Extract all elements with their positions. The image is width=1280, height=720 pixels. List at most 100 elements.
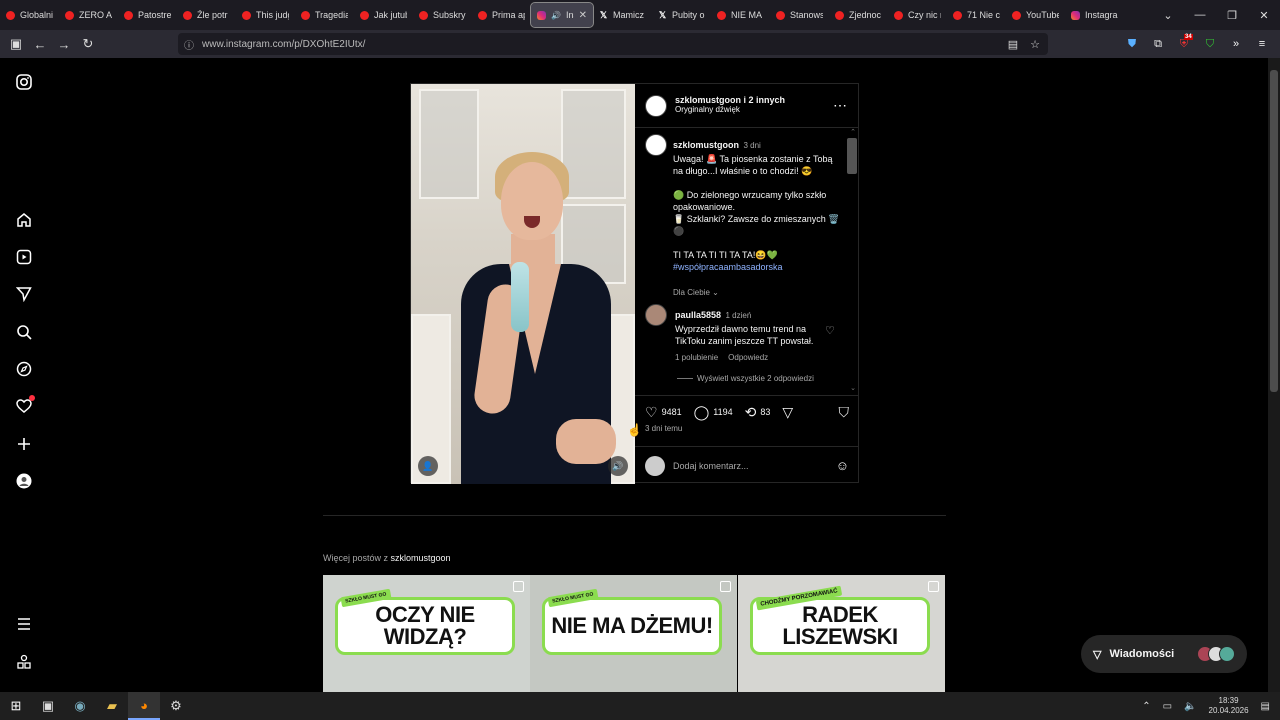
close-window-icon[interactable]: ✕ — [1248, 9, 1280, 22]
browser-tab[interactable]: 𝕏 Mamicz — [593, 0, 652, 30]
search-icon[interactable] — [14, 322, 34, 342]
firefox-icon[interactable]: ◕ — [128, 692, 160, 720]
steam-icon[interactable]: ◉ — [64, 692, 96, 720]
menu-hamburger-icon[interactable]: ≡ — [1254, 38, 1270, 50]
scroll-up-arrow-icon[interactable]: ⌃ — [850, 128, 856, 136]
share-send-icon[interactable]: ▽ — [782, 404, 793, 421]
browser-tab[interactable]: Patostre — [118, 0, 177, 30]
caption-author[interactable]: szklomustgoon — [673, 140, 739, 150]
notifications-heart-icon[interactable] — [14, 395, 35, 416]
create-plus-icon[interactable] — [14, 434, 34, 454]
also-from-meta-icon[interactable] — [14, 652, 34, 672]
browser-tab[interactable]: Tragedia — [295, 0, 354, 30]
page-scrollbar-thumb[interactable] — [1270, 70, 1278, 392]
privacy-extension-icon[interactable]: ⛉ — [1202, 38, 1218, 51]
browser-tab[interactable]: This judg — [236, 0, 295, 30]
bookmark-star-icon[interactable]: ☆ — [1030, 38, 1040, 51]
clock[interactable]: 18:39 20.04.2026 — [1209, 696, 1249, 716]
tagged-people-icon[interactable]: 👤 — [418, 456, 438, 476]
comment-bubble-icon[interactable]: ◯ — [694, 404, 710, 421]
forward-icon[interactable]: → — [52, 37, 76, 52]
comment-likes[interactable]: 1 polubienie — [675, 353, 718, 362]
comment-count: 1194 — [713, 407, 733, 417]
minimize-icon[interactable]: — — [1184, 9, 1216, 21]
browser-tab[interactable]: 𝕏 Pubity o — [652, 0, 711, 30]
overflow-chevrons-icon[interactable]: » — [1228, 38, 1244, 50]
more-posts-author[interactable]: szklomustgoon — [391, 553, 451, 563]
shield-extension-icon[interactable]: ⛊ — [1124, 38, 1140, 51]
add-comment-input[interactable]: Dodaj komentarz... — [673, 460, 749, 472]
browser-tab[interactable]: Zjednoc — [829, 0, 888, 30]
browser-tab[interactable]: 71 Nie c — [947, 0, 1006, 30]
post-date[interactable]: 3 dni temu — [645, 424, 682, 433]
instagram-logo-icon[interactable] — [14, 72, 34, 92]
reload-icon[interactable]: ↻ — [76, 36, 100, 52]
more-options-icon[interactable]: ⋯ — [833, 97, 847, 114]
mute-toggle-icon[interactable]: 🔊 — [608, 456, 628, 476]
tab-list-chevron-icon[interactable]: ⌄ — [1152, 9, 1184, 22]
view-replies-button[interactable]: Wyświetl wszystkie 2 odpowiedzi — [677, 374, 815, 383]
scroll-down-arrow-icon[interactable]: ⌄ — [850, 384, 856, 392]
comments-scroll-area[interactable]: szklomustgoon 3 dni Uwaga! 🚨 Ta piosenka… — [635, 128, 859, 396]
start-windows-icon[interactable]: ⊞ — [0, 692, 32, 720]
taskbar-app-icon[interactable]: ▣ — [32, 692, 64, 720]
caption-hashtag[interactable]: #współpracaambasadorska — [673, 261, 841, 273]
more-post-thumb[interactable]: NIE MA DŻEMU! SZKŁO MUST GO — [530, 575, 737, 693]
emoji-picker-icon[interactable]: ☺ — [836, 458, 849, 473]
reel-video[interactable]: 👤 🔊 — [411, 84, 635, 484]
browser-tab[interactable]: Prima ap — [472, 0, 531, 30]
home-icon[interactable] — [14, 210, 34, 230]
tab-close-icon[interactable]: ✕ — [579, 10, 587, 21]
network-icon[interactable]: ▭ — [1163, 701, 1172, 712]
browser-tab[interactable]: Źle potr — [177, 0, 236, 30]
sidebar-toggle-icon[interactable]: ▣ — [4, 36, 28, 52]
like-heart-icon[interactable]: ♡ — [645, 404, 658, 421]
site-info-icon[interactable]: ⓘ — [184, 37, 194, 52]
repost-icon[interactable]: ⟲ — [745, 404, 757, 421]
panel-scrollbar-thumb[interactable] — [847, 138, 857, 174]
browser-tab[interactable]: ZERO A — [59, 0, 118, 30]
commenter-name[interactable]: paulla5858 — [675, 310, 721, 320]
save-bookmark-icon[interactable]: ⛉ — [839, 404, 850, 421]
x-icon: 𝕏 — [658, 9, 667, 20]
reader-view-icon[interactable]: ▤ — [1008, 38, 1018, 51]
author-avatar[interactable] — [645, 95, 667, 117]
explore-compass-icon[interactable] — [14, 359, 34, 379]
messages-button[interactable]: ▽ Wiadomości — [1081, 635, 1247, 673]
browser-tab[interactable]: 🔊 Inst ✕ — [530, 2, 594, 28]
send-icon[interactable] — [14, 284, 34, 304]
browser-tab[interactable]: Globalni — [0, 0, 59, 30]
caption-author-avatar[interactable] — [645, 134, 667, 156]
back-icon[interactable]: ← — [28, 37, 52, 52]
browser-tab[interactable]: Stanows — [770, 0, 829, 30]
browser-tab[interactable]: Instagra — [1065, 0, 1124, 30]
ublock-extension-icon[interactable]: ⛨ 34 — [1176, 33, 1193, 51]
more-menu-icon[interactable] — [14, 614, 34, 634]
comment-like-heart-icon[interactable]: ♡ — [825, 324, 835, 337]
browser-tab[interactable]: Subskryp — [413, 0, 472, 30]
address-bar[interactable]: ⓘ www.instagram.com/p/DXOhtE2IUtx/ ▤ ☆ — [178, 33, 1048, 55]
browser-tab[interactable]: Jak jutub — [354, 0, 413, 30]
extensions-puzzle-icon[interactable]: ⧉ — [1150, 38, 1166, 51]
profile-avatar-icon[interactable] — [14, 471, 34, 491]
reels-icon[interactable] — [14, 247, 34, 267]
volume-icon[interactable]: 🔈 — [1184, 701, 1196, 712]
audio-label[interactable]: Oryginalny dźwięk — [675, 105, 785, 114]
more-post-thumb[interactable]: RADEK LISZEWSKI CHODŹMY PORZOMAWIAĆ — [738, 575, 945, 693]
browser-tab[interactable]: NIE MA — [711, 0, 770, 30]
notifications-icon[interactable]: ▤ — [1261, 701, 1270, 712]
commenter-avatar[interactable] — [645, 304, 667, 326]
more-post-thumb[interactable]: OCZY NIE WIDZĄ? SZKŁO MUST GO — [323, 575, 530, 693]
file-explorer-icon[interactable]: ▰ — [96, 692, 128, 720]
tray-expand-icon[interactable]: ⌃ — [1142, 701, 1150, 712]
browser-tab[interactable]: YouTube — [1006, 0, 1065, 30]
comment-filter-dropdown[interactable]: Dla Ciebie ⌄ — [673, 287, 841, 299]
page-scrollbar[interactable] — [1268, 58, 1280, 692]
browser-tab[interactable]: Czy nic n — [888, 0, 947, 30]
comment-reply-button[interactable]: Odpowiedz — [728, 353, 768, 362]
tab-audio-icon[interactable]: 🔊 — [551, 11, 561, 20]
restore-icon[interactable]: ❐ — [1216, 9, 1248, 22]
like-count[interactable]: 9481 — [662, 407, 682, 417]
post-author[interactable]: szklomustgoon i 2 innych — [675, 95, 785, 105]
taskbar-app2-icon[interactable]: ⚙ — [160, 692, 192, 720]
